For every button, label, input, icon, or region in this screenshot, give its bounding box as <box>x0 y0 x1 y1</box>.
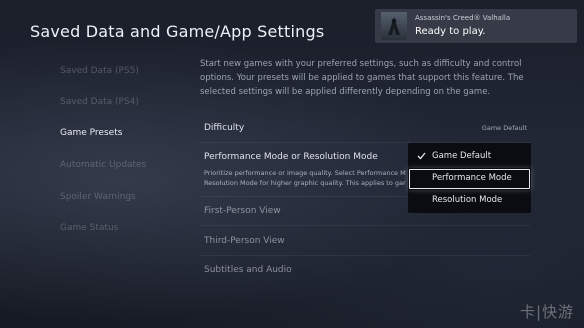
performance-mode-dropdown: Game Default Performance Mode Resolution… <box>408 143 531 213</box>
dropdown-option-label: Game Default <box>432 151 492 161</box>
checkmark-icon <box>417 152 426 160</box>
dropdown-option-game-default[interactable]: Game Default <box>408 146 531 168</box>
page-title: Saved Data and Game/App Settings <box>30 22 325 41</box>
first-person-view-setting[interactable]: First-Person View <box>204 206 281 216</box>
sidebar-item-game-presets[interactable]: Game Presets <box>60 128 122 138</box>
dropdown-option-label: Resolution Mode <box>432 195 503 205</box>
watermark: 卡|快游 <box>519 303 574 321</box>
game-thumbnail <box>381 12 407 40</box>
third-person-view-setting[interactable]: Third-Person View <box>204 236 285 246</box>
difficulty-value: Game Default <box>481 124 527 132</box>
sidebar-item-saved-data-ps5[interactable]: Saved Data (PS5) <box>60 66 139 76</box>
performance-desc-line-1: Prioritize performance or image quality.… <box>204 169 406 177</box>
difficulty-setting[interactable]: Difficulty <box>204 123 244 133</box>
notification-status: Ready to play. <box>415 26 486 37</box>
presets-description: Start new games with your preferred sett… <box>200 59 524 97</box>
dropdown-option-resolution-mode[interactable]: Resolution Mode <box>408 190 531 212</box>
sidebar-item-spoiler-warnings[interactable]: Spoiler Warnings <box>60 192 136 202</box>
notification-game-title: Assassin's Creed® Valhalla <box>415 14 511 22</box>
performance-desc-line-2: Resolution Mode for higher graphic quali… <box>204 179 406 187</box>
game-notification[interactable]: Assassin's Creed® Valhalla Ready to play… <box>375 9 577 43</box>
sidebar-item-saved-data-ps4[interactable]: Saved Data (PS4) <box>60 97 139 107</box>
dropdown-option-performance-mode[interactable]: Performance Mode <box>408 168 531 190</box>
dropdown-option-label: Performance Mode <box>432 173 512 183</box>
performance-mode-setting[interactable]: Performance Mode or Resolution Mode <box>204 152 378 162</box>
divider <box>200 225 530 226</box>
subtitles-and-audio-setting[interactable]: Subtitles and Audio <box>204 265 292 275</box>
sidebar-item-game-status[interactable]: Game Status <box>60 223 118 233</box>
divider <box>200 255 530 256</box>
assassins-creed-icon <box>388 17 400 35</box>
sidebar-item-automatic-updates[interactable]: Automatic Updates <box>60 160 146 170</box>
performance-mode-description: Prioritize performance or image quality.… <box>204 168 414 188</box>
